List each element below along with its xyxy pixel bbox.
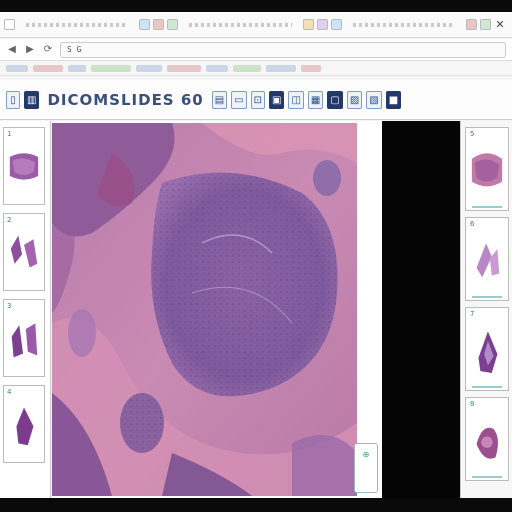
toolbar-button[interactable]: ▭	[231, 90, 247, 109]
toolbar-button[interactable]: ▯	[6, 90, 20, 109]
bookmark[interactable]	[233, 65, 261, 72]
tissue-thumbnail-icon	[7, 312, 41, 369]
tissue-thumbnail-icon	[469, 320, 505, 381]
browser-window: ✕ ◀ ▶ ⟳ S G ▯ ▥ DICOMSLIDES 60 ▤ ▭ ⊡ ▣ ◫…	[0, 12, 512, 498]
tab-9[interactable]	[479, 19, 491, 30]
toolbar-button[interactable]: ▥	[24, 90, 40, 109]
viewer-title: DICOMSLIDES 60	[47, 90, 204, 109]
tab-4[interactable]	[167, 19, 179, 30]
tab-3[interactable]	[153, 19, 165, 30]
toolbar-button[interactable]: ■	[385, 90, 402, 109]
zoom-control[interactable]: ⊕	[354, 443, 378, 493]
thumbnail-label: 6	[470, 220, 475, 228]
address-bar: ◀ ▶ ⟳ S G	[0, 39, 512, 61]
thumbnail-progress	[472, 386, 502, 388]
toolbar-button[interactable]: ▧	[366, 90, 382, 109]
thumbnail-label: 2	[7, 216, 12, 224]
bookmark[interactable]	[266, 65, 296, 72]
tab-title-3	[352, 22, 455, 27]
bookmark[interactable]	[301, 65, 321, 72]
thumbnail-label: 7	[470, 310, 475, 318]
tab-title-1	[26, 22, 129, 27]
tab-bar: ✕	[0, 12, 512, 38]
bookmark[interactable]	[68, 65, 86, 72]
slide-thumbnail[interactable]: 6	[465, 217, 509, 301]
he-stained-tissue-image[interactable]	[52, 123, 357, 496]
thumbnail-label: 4	[7, 388, 12, 396]
bookmark[interactable]	[136, 65, 162, 72]
slide-thumbnail[interactable]: 1	[3, 127, 45, 205]
thumbnail-progress	[472, 206, 502, 208]
slide-thumbnail[interactable]: 4	[3, 385, 45, 463]
toolbar-button[interactable]: ▢	[327, 90, 343, 109]
slide-thumbnail[interactable]: 3	[3, 299, 45, 377]
thumbnail-label: 1	[7, 130, 12, 138]
slide-thumbnail[interactable]: 2	[3, 213, 45, 291]
bookmarks-bar	[0, 62, 512, 76]
tab-title-2	[189, 22, 292, 27]
forward-icon[interactable]: ▶	[24, 44, 36, 55]
tab-6[interactable]	[316, 19, 328, 30]
zoom-label: ⊕	[362, 450, 370, 459]
tissue-thumbnail-icon	[469, 140, 505, 201]
tab-8[interactable]	[465, 19, 477, 30]
tissue-thumbnail-icon	[7, 140, 41, 197]
toolbar-button[interactable]: ▦	[307, 90, 324, 109]
bookmark[interactable]	[167, 65, 201, 72]
toolbar-button[interactable]: ◫	[288, 90, 304, 109]
thumbnail-label: 5	[470, 130, 475, 138]
right-thumbnail-panel: 5 6 7 8	[460, 121, 512, 498]
tab-1[interactable]	[4, 19, 15, 30]
url-input[interactable]: S G	[60, 41, 506, 58]
bookmark[interactable]	[6, 65, 28, 72]
tab-5[interactable]	[302, 19, 314, 30]
left-thumbnail-panel: 1 2 3 4	[0, 121, 51, 498]
toolbar-button[interactable]: ▣	[269, 90, 285, 109]
toolbar-button[interactable]: ▤	[211, 90, 228, 109]
thumbnail-label: 8	[470, 400, 475, 408]
tissue-thumbnail-icon	[7, 398, 41, 455]
thumbnail-label: 3	[7, 302, 12, 310]
thumbnail-progress	[472, 296, 502, 298]
viewer-background	[382, 121, 460, 498]
reload-icon[interactable]: ⟳	[42, 44, 54, 55]
slide-thumbnail[interactable]: 7	[465, 307, 509, 391]
slide-thumbnail[interactable]: 8	[465, 397, 509, 481]
slide-thumbnail[interactable]: 5	[465, 127, 509, 211]
tab-7[interactable]	[330, 19, 342, 30]
bookmark[interactable]	[33, 65, 63, 72]
tab-2[interactable]	[139, 19, 151, 30]
bookmark[interactable]	[206, 65, 228, 72]
viewer-toolbar: ▯ ▥ DICOMSLIDES 60 ▤ ▭ ⊡ ▣ ◫ ▦ ▢ ▨ ▧ ■	[0, 80, 512, 120]
thumbnail-progress	[472, 476, 502, 478]
bookmark[interactable]	[91, 65, 131, 72]
tissue-thumbnail-icon	[469, 410, 505, 471]
back-icon[interactable]: ◀	[6, 44, 18, 55]
tissue-thumbnail-icon	[7, 226, 41, 283]
toolbar-button[interactable]: ⊡	[250, 90, 266, 109]
close-icon[interactable]: ✕	[494, 18, 506, 31]
toolbar-button[interactable]: ▨	[346, 90, 363, 109]
tissue-thumbnail-icon	[469, 230, 505, 291]
slide-viewer[interactable]: ⊕	[52, 121, 382, 498]
